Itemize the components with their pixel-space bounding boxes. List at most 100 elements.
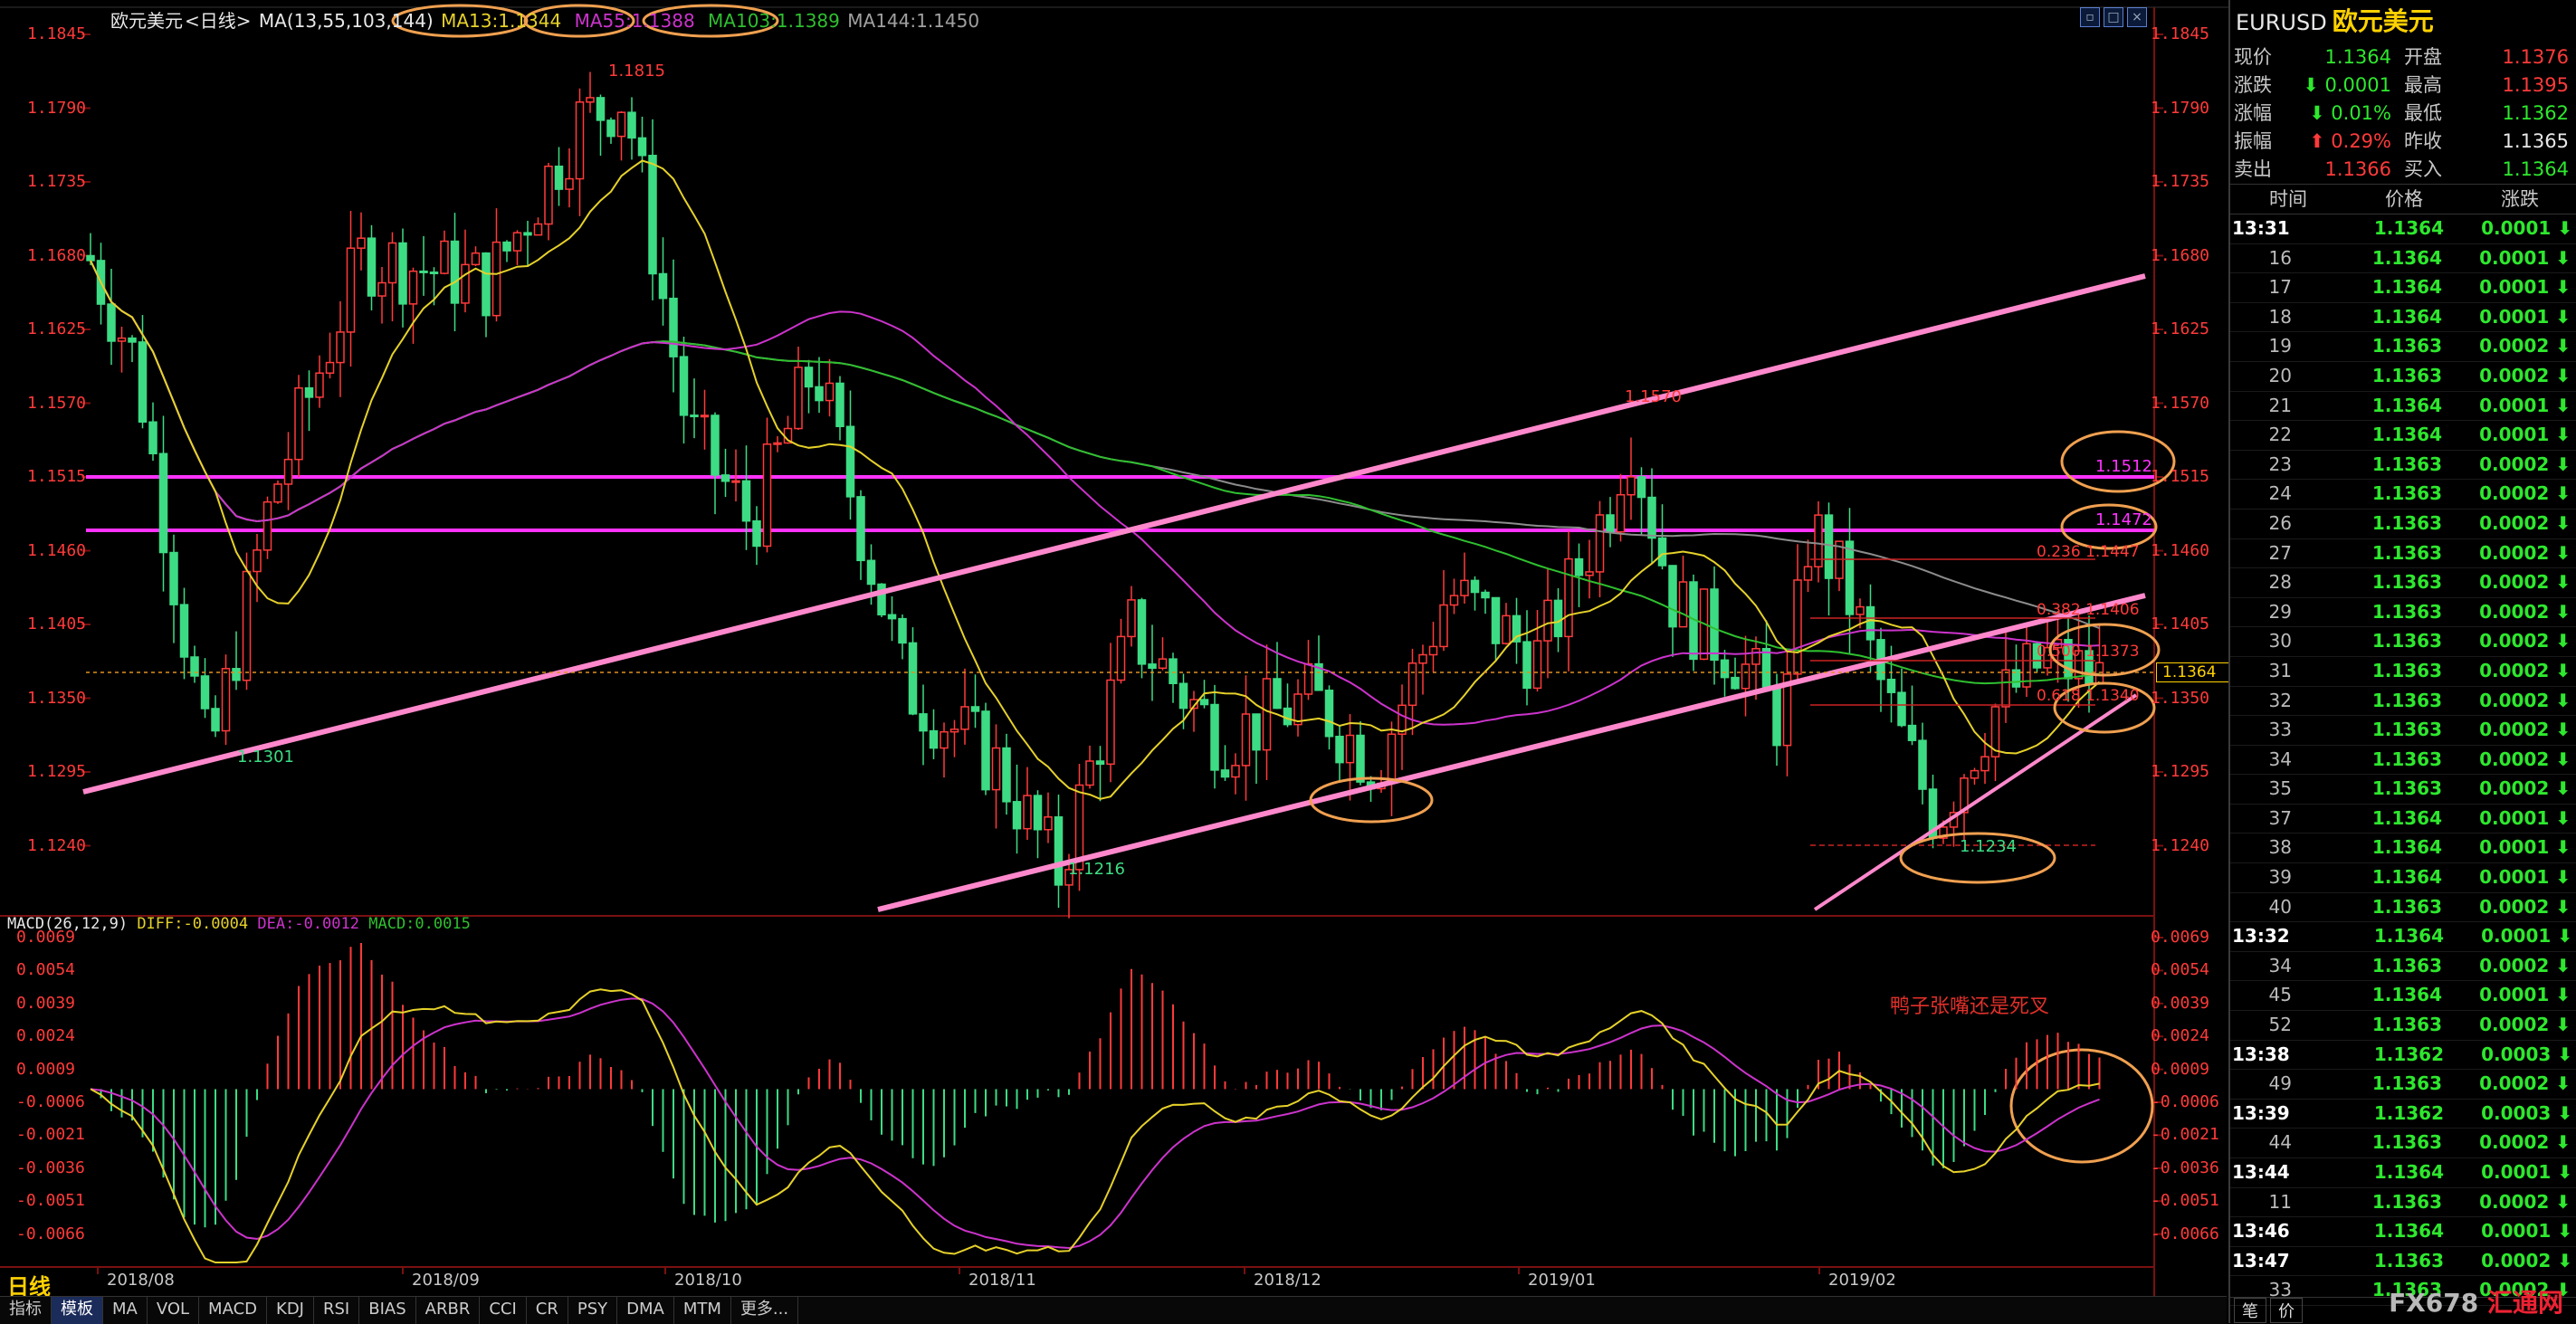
restore-icon[interactable]: ▫ xyxy=(2080,7,2100,27)
tick-row[interactable]: 34 1.1363 0.0002 ⬇ xyxy=(2230,952,2576,982)
tick-time: 13:47 xyxy=(2232,1249,2290,1272)
tick-row[interactable]: 31 1.1363 0.0002 ⬇ xyxy=(2230,657,2576,687)
indicator-tab-13[interactable]: MTM xyxy=(674,1297,731,1324)
indicator-tab-12[interactable]: DMA xyxy=(617,1297,674,1324)
tick-price: 1.1363 xyxy=(2371,895,2442,918)
ma-label: MA(13,55,103,144) xyxy=(258,10,434,32)
price-axis-label-right: 1.1240 xyxy=(2151,835,2210,855)
tick-row[interactable]: 24 1.1363 0.0002 ⬇ xyxy=(2230,480,2576,510)
tick-row[interactable]: 13:39 1.1362 0.0003 ⬇ xyxy=(2230,1100,2576,1129)
price-axis-label-left: 1.1405 xyxy=(27,614,87,633)
kline-chart[interactable] xyxy=(0,0,2228,1296)
tick-time: 17 xyxy=(2268,276,2292,299)
indicator-tab-7[interactable]: BIAS xyxy=(359,1297,416,1324)
tick-row[interactable]: 13:38 1.1362 0.0003 ⬇ xyxy=(2230,1041,2576,1071)
tick-change: 0.0002 ⬇ xyxy=(2479,364,2571,386)
tick-row[interactable]: 40 1.1363 0.0002 ⬇ xyxy=(2230,893,2576,923)
tick-row[interactable]: 23 1.1363 0.0002 ⬇ xyxy=(2230,451,2576,481)
candle-body xyxy=(544,166,553,225)
close-icon[interactable]: × xyxy=(2127,7,2147,27)
indicator-tab-14[interactable]: 更多... xyxy=(731,1297,799,1324)
indicator-tab-9[interactable]: CCI xyxy=(480,1297,527,1324)
tick-row[interactable]: 19 1.1363 0.0002 ⬇ xyxy=(2230,332,2576,362)
tick-row[interactable]: 29 1.1363 0.0002 ⬇ xyxy=(2230,598,2576,628)
tick-row[interactable]: 39 1.1364 0.0001 ⬇ xyxy=(2230,863,2576,893)
tick-row[interactable]: 27 1.1363 0.0002 ⬇ xyxy=(2230,539,2576,569)
macd-axis-label-right: -0.0066 xyxy=(2151,1224,2219,1243)
tick-row[interactable]: 44 1.1363 0.0002 ⬇ xyxy=(2230,1129,2576,1158)
tick-row[interactable]: 45 1.1364 0.0001 ⬇ xyxy=(2230,981,2576,1012)
symbol-name: 欧元美元 xyxy=(2332,6,2434,36)
candle-body xyxy=(741,480,751,522)
candle-body xyxy=(1345,734,1355,764)
price-axis-label-left: 1.1735 xyxy=(27,172,87,191)
price-axis-label-left: 1.1350 xyxy=(27,688,87,708)
tick-row[interactable]: 30 1.1363 0.0002 ⬇ xyxy=(2230,627,2576,657)
tick-row[interactable]: 35 1.1363 0.0002 ⬇ xyxy=(2230,775,2576,805)
date-axis-label: 2019/02 xyxy=(1828,1271,1896,1290)
tick-change: 0.0003 ⬇ xyxy=(2481,1101,2572,1124)
tick-row[interactable]: 13:47 1.1363 0.0002 ⬇ xyxy=(2230,1247,2576,1277)
period-name[interactable]: <日线> xyxy=(185,10,252,32)
tick-row[interactable]: 34 1.1363 0.0002 ⬇ xyxy=(2230,746,2576,776)
candle-body xyxy=(835,382,844,428)
indicator-tab-0[interactable]: 指标 xyxy=(0,1297,52,1324)
tick-change: 0.0001 ⬇ xyxy=(2481,217,2572,239)
tick-row[interactable]: 33 1.1363 0.0002 ⬇ xyxy=(2230,716,2576,746)
indicator-tab-3[interactable]: VOL xyxy=(148,1297,200,1324)
tick-row[interactable]: 49 1.1363 0.0002 ⬇ xyxy=(2230,1070,2576,1100)
tick-row[interactable]: 22 1.1364 0.0001 ⬇ xyxy=(2230,421,2576,451)
candle-body xyxy=(1856,605,1865,615)
tick-change: 0.0002 ⬇ xyxy=(2479,511,2571,534)
tick-time: 52 xyxy=(2268,1014,2292,1036)
candle-body xyxy=(1449,595,1459,606)
tick-row[interactable]: 52 1.1363 0.0002 ⬇ xyxy=(2230,1011,2576,1041)
tick-row[interactable]: 38 1.1364 0.0001 ⬇ xyxy=(2230,833,2576,864)
tick-row[interactable]: 32 1.1363 0.0002 ⬇ xyxy=(2230,687,2576,717)
indicator-tab-4[interactable]: MACD xyxy=(199,1297,268,1324)
quote-value: ⬇ 0.01% xyxy=(2309,102,2391,124)
indicator-tab-5[interactable]: KDJ xyxy=(267,1297,314,1324)
symbol-code: EURUSD xyxy=(2236,10,2327,35)
macd-axis-label-right: -0.0051 xyxy=(2151,1191,2219,1211)
indicator-tab-2[interactable]: MA xyxy=(103,1297,148,1324)
tick-row[interactable]: 13:44 1.1364 0.0001 ⬇ xyxy=(2230,1158,2576,1188)
candle-body xyxy=(1054,816,1064,886)
tick-price: 1.1363 xyxy=(2371,689,2442,711)
maximize-icon[interactable]: □ xyxy=(2104,7,2123,27)
indicator-tab-1[interactable]: 模板 xyxy=(52,1297,103,1324)
tick-time: 45 xyxy=(2268,984,2292,1006)
quote-key: 涨幅 xyxy=(2234,102,2272,124)
tick-row[interactable]: 18 1.1364 0.0001 ⬇ xyxy=(2230,303,2576,333)
candle-body xyxy=(762,443,772,548)
indicator-tab-8[interactable]: ARBR xyxy=(416,1297,481,1324)
tick-row[interactable]: 13:32 1.1364 0.0001 ⬇ xyxy=(2230,922,2576,952)
tick-row[interactable]: 28 1.1363 0.0002 ⬇ xyxy=(2230,568,2576,598)
tick-row[interactable]: 37 1.1364 0.0001 ⬇ xyxy=(2230,805,2576,834)
date-axis-label: 2018/10 xyxy=(674,1271,742,1290)
panel-button-0[interactable]: 笔 xyxy=(2234,1298,2266,1323)
tick-change: 0.0003 ⬇ xyxy=(2481,1043,2572,1065)
candle-body xyxy=(856,496,865,562)
tick-row[interactable]: 13:46 1.1364 0.0001 ⬇ xyxy=(2230,1217,2576,1247)
tick-row[interactable]: 16 1.1364 0.0001 ⬇ xyxy=(2230,244,2576,274)
quote-key: 振幅 xyxy=(2234,130,2272,152)
watermark-text-b: 汇通网 xyxy=(2486,1288,2563,1318)
tick-row[interactable]: 20 1.1363 0.0002 ⬇ xyxy=(2230,362,2576,392)
candle-body xyxy=(387,242,397,284)
candle-body xyxy=(232,668,241,681)
tick-row[interactable]: 26 1.1363 0.0002 ⬇ xyxy=(2230,510,2576,539)
tick-row[interactable]: 21 1.1364 0.0001 ⬇ xyxy=(2230,392,2576,422)
indicator-tab-6[interactable]: RSI xyxy=(314,1297,360,1324)
tick-row[interactable]: 13:31 1.1364 0.0001 ⬇ xyxy=(2230,214,2576,244)
tick-change: 0.0001 ⬇ xyxy=(2479,866,2571,889)
tick-price: 1.1364 xyxy=(2371,424,2442,446)
indicator-tab-10[interactable]: CR xyxy=(527,1297,568,1324)
tick-list[interactable]: 13:31 1.1364 0.0001 ⬇ 16 1.1364 0.0001 ⬇ 17 1.1… xyxy=(2230,214,2576,1306)
label-fib-500: 0.500 1.1373 xyxy=(2037,643,2140,661)
indicator-tab-11[interactable]: PSY xyxy=(568,1297,618,1324)
candle-body xyxy=(815,386,824,402)
tick-row[interactable]: 11 1.1363 0.0002 ⬇ xyxy=(2230,1188,2576,1218)
tick-row[interactable]: 17 1.1364 0.0001 ⬇ xyxy=(2230,273,2576,303)
panel-button-1[interactable]: 价 xyxy=(2270,1298,2303,1323)
